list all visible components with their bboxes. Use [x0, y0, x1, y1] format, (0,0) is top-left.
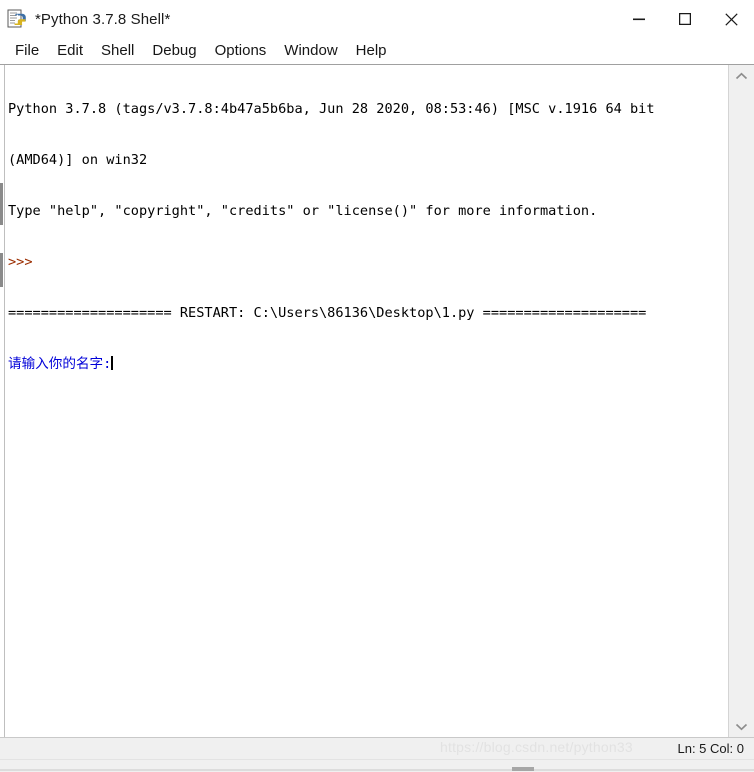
console-line-banner-3: Type "help", "copyright", "credits" or "… [8, 203, 598, 219]
shell-text-widget[interactable]: Python 3.7.8 (tags/v3.7.8:4b47a5b6ba, Ju… [0, 65, 729, 737]
status-bar: https://blog.csdn.net/python33 Ln: 5 Col… [0, 737, 754, 759]
menu-item-options[interactable]: Options [206, 41, 276, 61]
chevron-up-icon [735, 72, 748, 79]
chevron-down-icon [735, 723, 748, 730]
maximize-button[interactable] [662, 0, 708, 38]
watermark-text: https://blog.csdn.net/python33 [440, 739, 633, 755]
text-gutter [0, 65, 5, 737]
console-line-banner-2: (AMD64)] on win32 [8, 152, 148, 168]
console-line-input-prompt: 请输入你的名字: [8, 356, 728, 373]
shell-area: Python 3.7.8 (tags/v3.7.8:4b47a5b6ba, Ju… [0, 64, 754, 737]
vertical-scrollbar[interactable] [729, 65, 754, 737]
horizontal-scrollbar[interactable] [0, 759, 754, 772]
idle-shell-window: *Python 3.7.8 Shell* File Edit Shell Deb… [0, 0, 754, 772]
horizontal-scrollbar-rail [0, 769, 754, 771]
window-title: *Python 3.7.8 Shell* [35, 10, 171, 28]
scrollbar-track[interactable] [729, 87, 754, 715]
edge-marker-lower [0, 253, 3, 287]
console-output: Python 3.7.8 (tags/v3.7.8:4b47a5b6ba, Ju… [8, 67, 728, 407]
scroll-up-button[interactable] [729, 65, 754, 87]
python-idle-icon [7, 9, 26, 28]
close-icon [724, 12, 738, 26]
cursor-position-status: Ln: 5 Col: 0 [677, 741, 745, 756]
edge-marker-upper [0, 183, 3, 225]
horizontal-scrollbar-thumb[interactable] [512, 767, 534, 771]
console-line-banner-1: Python 3.7.8 (tags/v3.7.8:4b47a5b6ba, Ju… [8, 101, 655, 117]
minimize-button[interactable] [616, 0, 662, 38]
menu-item-file[interactable]: File [6, 41, 48, 61]
menu-item-edit[interactable]: Edit [48, 41, 92, 61]
maximize-icon [679, 13, 691, 25]
window-controls [616, 0, 754, 38]
menu-item-debug[interactable]: Debug [143, 41, 205, 61]
console-line-restart: ==================== RESTART: C:\Users\8… [8, 305, 647, 321]
menu-item-window[interactable]: Window [275, 41, 346, 61]
menu-item-help[interactable]: Help [347, 41, 396, 61]
input-prompt-text: 请输入你的名字: [8, 356, 112, 372]
console-line-prompt: >>> [8, 254, 33, 270]
close-button[interactable] [708, 0, 754, 38]
scroll-down-button[interactable] [729, 715, 754, 737]
menu-item-shell[interactable]: Shell [92, 41, 143, 61]
menu-bar: File Edit Shell Debug Options Window Hel… [0, 38, 754, 64]
minimize-icon [633, 18, 645, 21]
text-caret [111, 356, 114, 370]
title-bar: *Python 3.7.8 Shell* [0, 0, 754, 38]
